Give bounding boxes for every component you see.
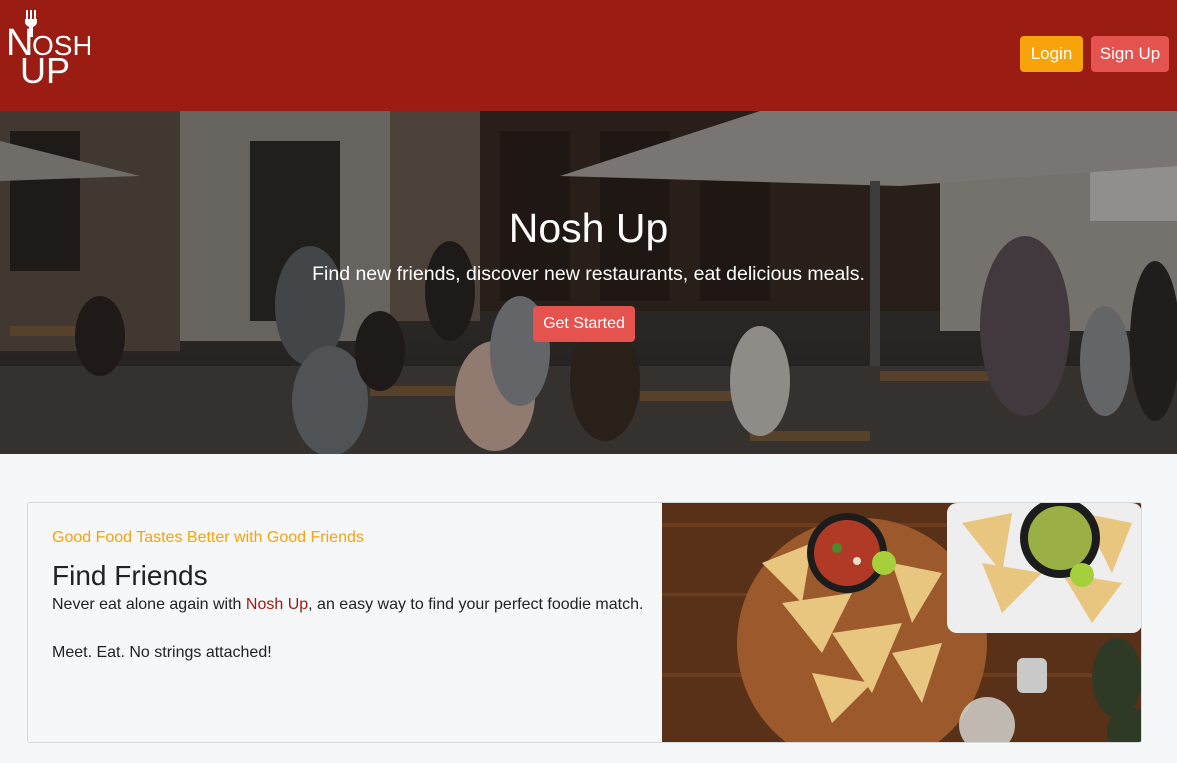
navbar: N OSH UP Login Sign Up [0,0,1177,111]
nachos-food-image [662,503,1141,742]
svg-text:UP: UP [20,50,70,84]
feature-kicker: Good Food Tastes Better with Good Friend… [52,529,364,546]
feature-description: Never eat alone again with Nosh Up, an e… [52,596,643,614]
feature-description-start: Never eat alone again with [52,596,246,613]
signup-button[interactable]: Sign Up [1091,36,1169,72]
login-button[interactable]: Login [1020,36,1083,72]
hero-section: Nosh Up Find new friends, discover new r… [0,111,1177,454]
feature-description-end: , an easy way to find your perfect foodi… [308,596,644,613]
feature-brand-name: Nosh Up [245,596,309,613]
hero-subtitle: Find new friends, discover new restauran… [312,263,865,285]
feature-title: Find Friends [52,560,208,591]
hero-title: Nosh Up [508,205,669,251]
feature-tagline: Meet. Eat. No strings attached! [52,644,272,661]
feature-card: Good Food Tastes Better with Good Friend… [27,502,1142,743]
get-started-button[interactable]: Get Started [533,306,635,342]
nosh-up-logo[interactable]: N OSH UP [6,10,90,84]
